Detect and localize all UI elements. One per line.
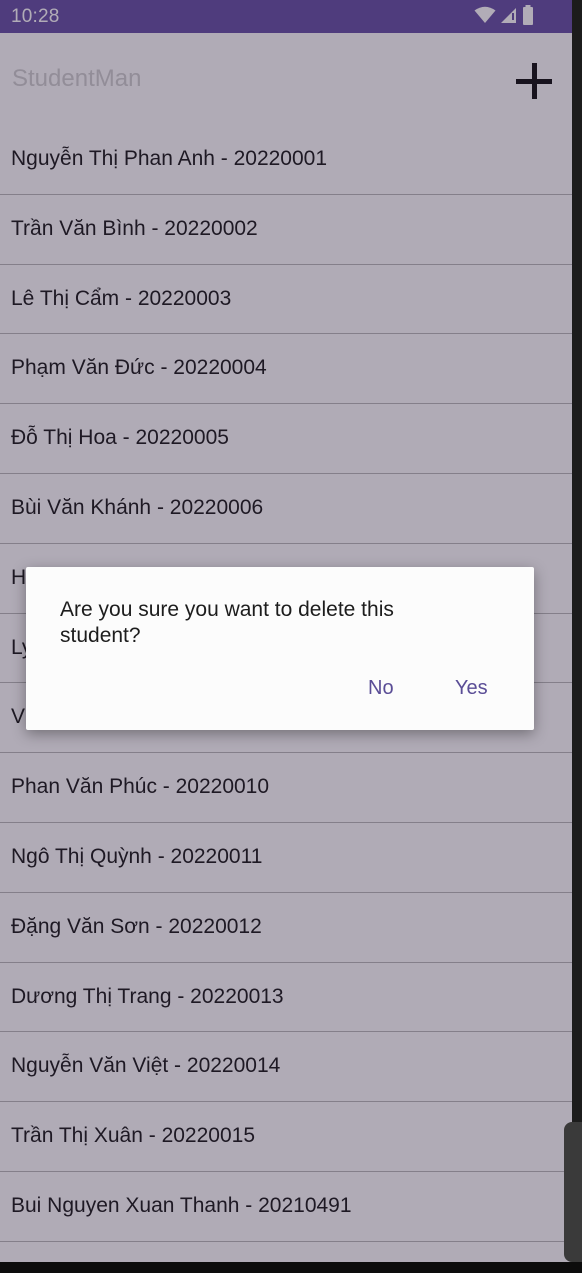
delete-confirm-dialog: Are you sure you want to delete this stu…	[26, 567, 534, 730]
no-button[interactable]: No	[368, 677, 394, 700]
yes-button[interactable]: Yes	[455, 677, 488, 700]
dialog-message: Are you sure you want to delete this stu…	[60, 598, 394, 647]
app-screen: 10:28 StudentMan Nguyễn Thị Phan Anh - 2…	[0, 0, 572, 1262]
screen-edge	[572, 0, 582, 1262]
edge-panel-handle[interactable]	[564, 1122, 582, 1262]
bottom-edge	[0, 1262, 582, 1273]
